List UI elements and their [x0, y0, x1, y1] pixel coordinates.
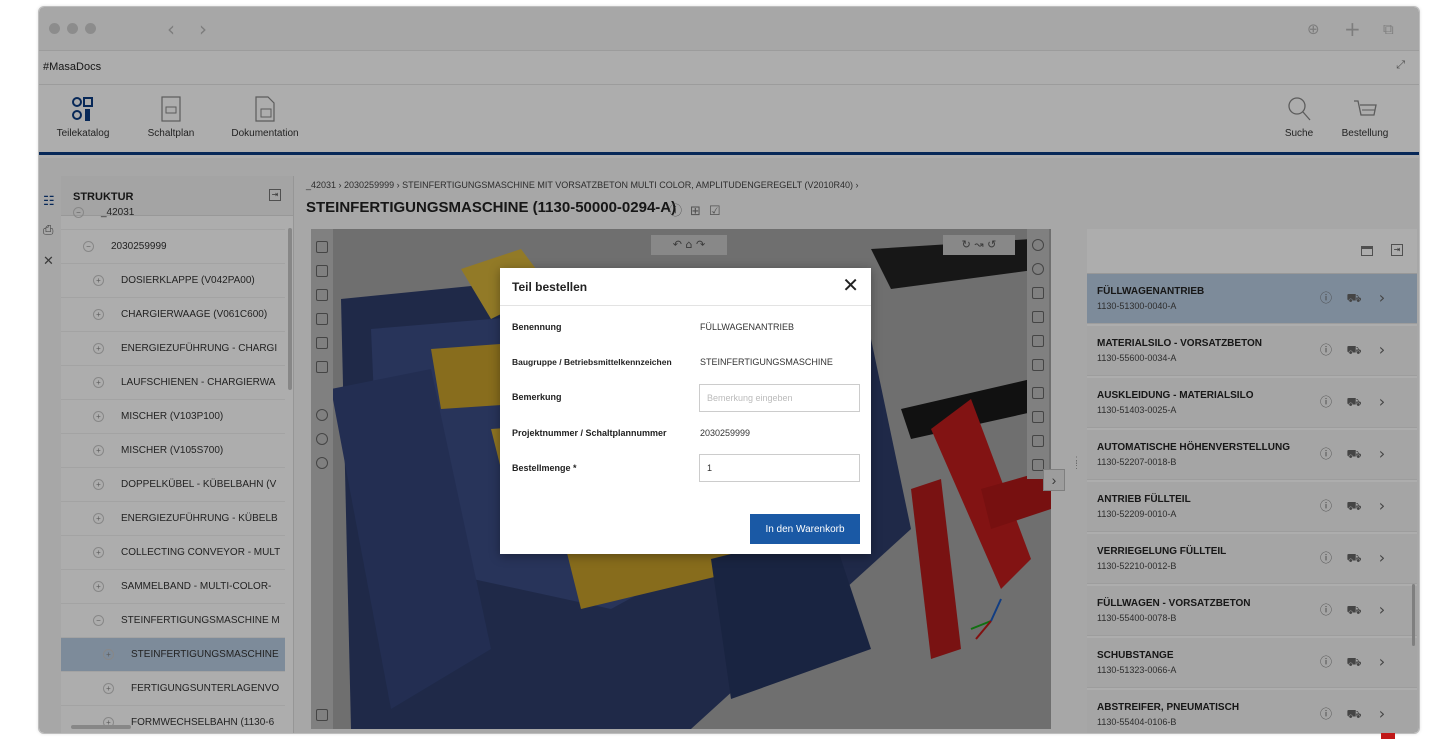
dialog-header: Teil bestellen ✕	[500, 268, 871, 306]
projekt-label: Projektnummer / Schaltplannummer	[512, 428, 667, 438]
dialog-title: Teil bestellen	[512, 280, 588, 294]
bemerkung-label: Bemerkung	[512, 392, 562, 402]
bestellmenge-input[interactable]	[699, 454, 860, 482]
benennung-label: Benennung	[512, 322, 562, 332]
bemerkung-input[interactable]	[699, 384, 860, 412]
order-dialog: Teil bestellen ✕ Benennung FÜLLWAGENANTR…	[500, 268, 871, 554]
benennung-value: FÜLLWAGENANTRIEB	[700, 322, 795, 332]
baugruppe-label: Baugruppe / Betriebsmittelkennzeichen	[512, 357, 672, 367]
projekt-value: 2030259999	[700, 428, 751, 438]
close-icon[interactable]: ✕	[842, 273, 859, 298]
corner-marker	[1381, 733, 1395, 739]
bestellmenge-label: Bestellmenge *	[512, 463, 577, 473]
baugruppe-value: STEINFERTIGUNGSMASCHINE	[700, 357, 833, 367]
add-to-cart-button[interactable]: In den Warenkorb	[750, 514, 860, 544]
